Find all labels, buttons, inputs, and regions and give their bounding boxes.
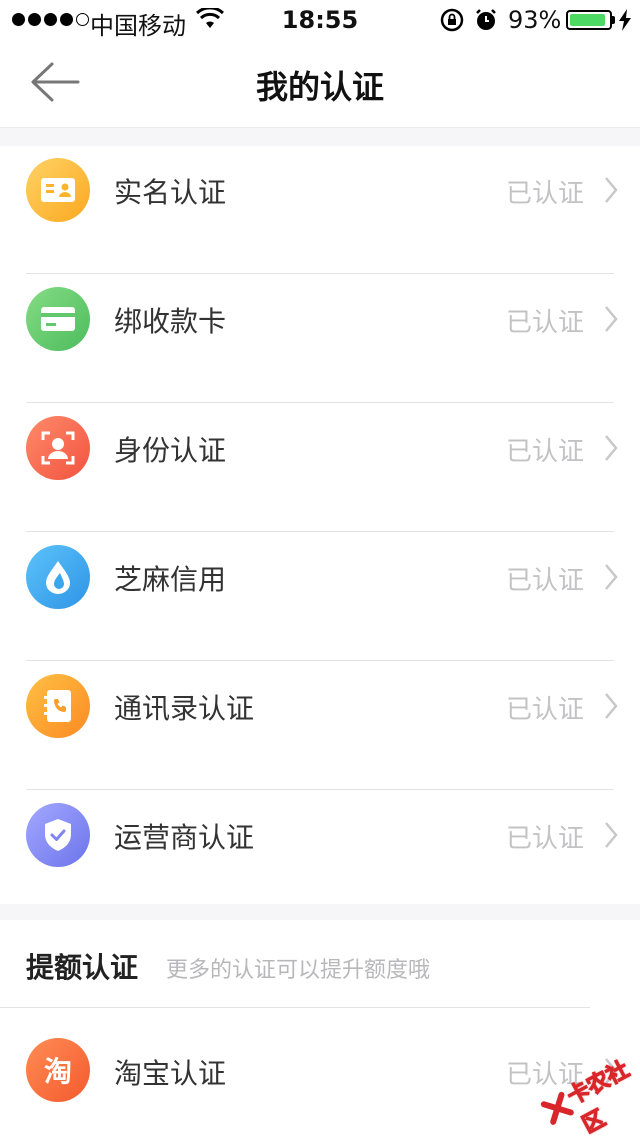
auth-list: 实名认证 已认证 绑收款卡 已认证 身份认证 已认证 芝麻信用 已认证 通讯录认… bbox=[0, 146, 640, 904]
auth-item-label: 通讯录认证 bbox=[114, 692, 255, 725]
quota-section-header: 提额认证 更多的认证可以提升额度哦 bbox=[0, 920, 640, 1008]
section-title: 提额认证 bbox=[26, 951, 139, 984]
taobao-icon: 淘 bbox=[26, 1038, 90, 1102]
battery-icon bbox=[566, 10, 612, 30]
auth-item-real-name[interactable]: 实名认证 已认证 bbox=[0, 146, 640, 274]
contacts-book-icon bbox=[26, 674, 90, 738]
chevron-right-icon bbox=[605, 435, 618, 461]
auth-item-label: 芝麻信用 bbox=[114, 563, 227, 596]
chevron-right-icon bbox=[605, 306, 618, 332]
battery-percentage: 93% bbox=[508, 6, 562, 34]
auth-item-label: 身份认证 bbox=[114, 434, 227, 467]
alarm-icon bbox=[476, 9, 496, 30]
bank-card-icon bbox=[26, 287, 90, 351]
auth-status-text: 已认证 bbox=[505, 179, 584, 209]
auth-item-label: 实名认证 bbox=[114, 176, 227, 209]
auth-status-text: 已认证 bbox=[505, 824, 584, 854]
auth-item-carrier[interactable]: 运营商认证 已认证 bbox=[0, 791, 640, 919]
auth-item-label: 淘宝认证 bbox=[114, 1057, 227, 1090]
auth-status-text: 已认证 bbox=[505, 308, 584, 338]
chevron-right-icon bbox=[605, 822, 618, 848]
rotation-lock-icon bbox=[440, 8, 464, 32]
id-card-icon bbox=[26, 158, 90, 222]
auth-status-text: 已认证 bbox=[505, 437, 584, 467]
auth-item-label: 运营商认证 bbox=[114, 821, 255, 854]
chevron-right-icon bbox=[605, 564, 618, 590]
auth-item-sesame-credit[interactable]: 芝麻信用 已认证 bbox=[0, 533, 640, 661]
auth-status-text: 已认证 bbox=[505, 695, 584, 725]
shield-check-icon bbox=[26, 803, 90, 867]
navigation-bar: 我的认证 bbox=[0, 40, 640, 128]
auth-item-identity[interactable]: 身份认证 已认证 bbox=[0, 404, 640, 532]
sesame-drop-icon bbox=[26, 545, 90, 609]
status-bar: 中国移动 18:55 93% bbox=[0, 0, 640, 40]
face-scan-icon bbox=[26, 416, 90, 480]
auth-item-bind-card[interactable]: 绑收款卡 已认证 bbox=[0, 275, 640, 403]
auth-item-contacts[interactable]: 通讯录认证 已认证 bbox=[0, 662, 640, 790]
chevron-right-icon bbox=[605, 693, 618, 719]
chevron-right-icon bbox=[605, 177, 618, 203]
page-title: 我的认证 bbox=[255, 68, 384, 106]
auth-item-label: 绑收款卡 bbox=[114, 305, 227, 338]
charging-bolt-icon bbox=[619, 9, 631, 31]
section-subtitle: 更多的认证可以提升额度哦 bbox=[166, 958, 431, 983]
auth-status-text: 已认证 bbox=[505, 566, 584, 596]
